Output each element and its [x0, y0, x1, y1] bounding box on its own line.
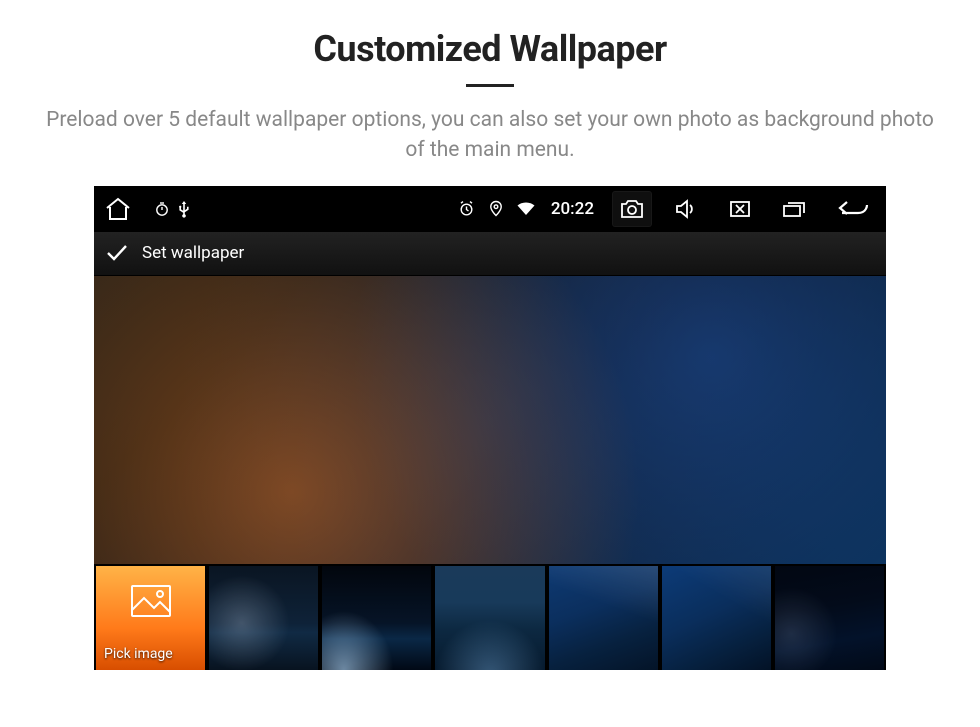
clock-time: 20:22	[551, 199, 594, 219]
home-icon[interactable]	[104, 196, 132, 222]
page-title: Customized Wallpaper	[0, 28, 980, 70]
gallery-icon	[130, 584, 172, 622]
usb-icon	[178, 200, 190, 218]
header-title: Set wallpaper	[142, 243, 244, 263]
page-subtitle: Preload over 5 default wallpaper options…	[35, 105, 945, 166]
pick-image-label: Pick image	[104, 646, 173, 662]
device-screenshot: 20:22	[94, 186, 886, 670]
close-button[interactable]	[720, 191, 760, 227]
location-icon	[489, 200, 503, 217]
alarm-icon	[458, 200, 475, 217]
wallpaper-thumbnails: Pick image	[94, 564, 886, 670]
wallpaper-thumb[interactable]	[662, 566, 771, 670]
pick-image-button[interactable]: Pick image	[96, 566, 205, 670]
wifi-icon	[517, 202, 535, 216]
volume-button[interactable]	[666, 191, 706, 227]
wallpaper-thumb[interactable]	[549, 566, 658, 670]
wallpaper-thumb[interactable]	[435, 566, 544, 670]
wallpaper-thumb[interactable]	[775, 566, 884, 670]
title-underline	[466, 84, 514, 87]
recents-button[interactable]	[774, 191, 814, 227]
confirm-icon[interactable]	[106, 244, 128, 262]
status-bar: 20:22	[94, 186, 886, 232]
header-bar: Set wallpaper	[94, 232, 886, 276]
wallpaper-thumb[interactable]	[209, 566, 318, 670]
wallpaper-preview	[94, 276, 886, 564]
timer-icon	[154, 201, 170, 217]
back-button[interactable]	[828, 191, 876, 227]
wallpaper-thumb[interactable]	[322, 566, 431, 670]
screenshot-button[interactable]	[612, 191, 652, 227]
